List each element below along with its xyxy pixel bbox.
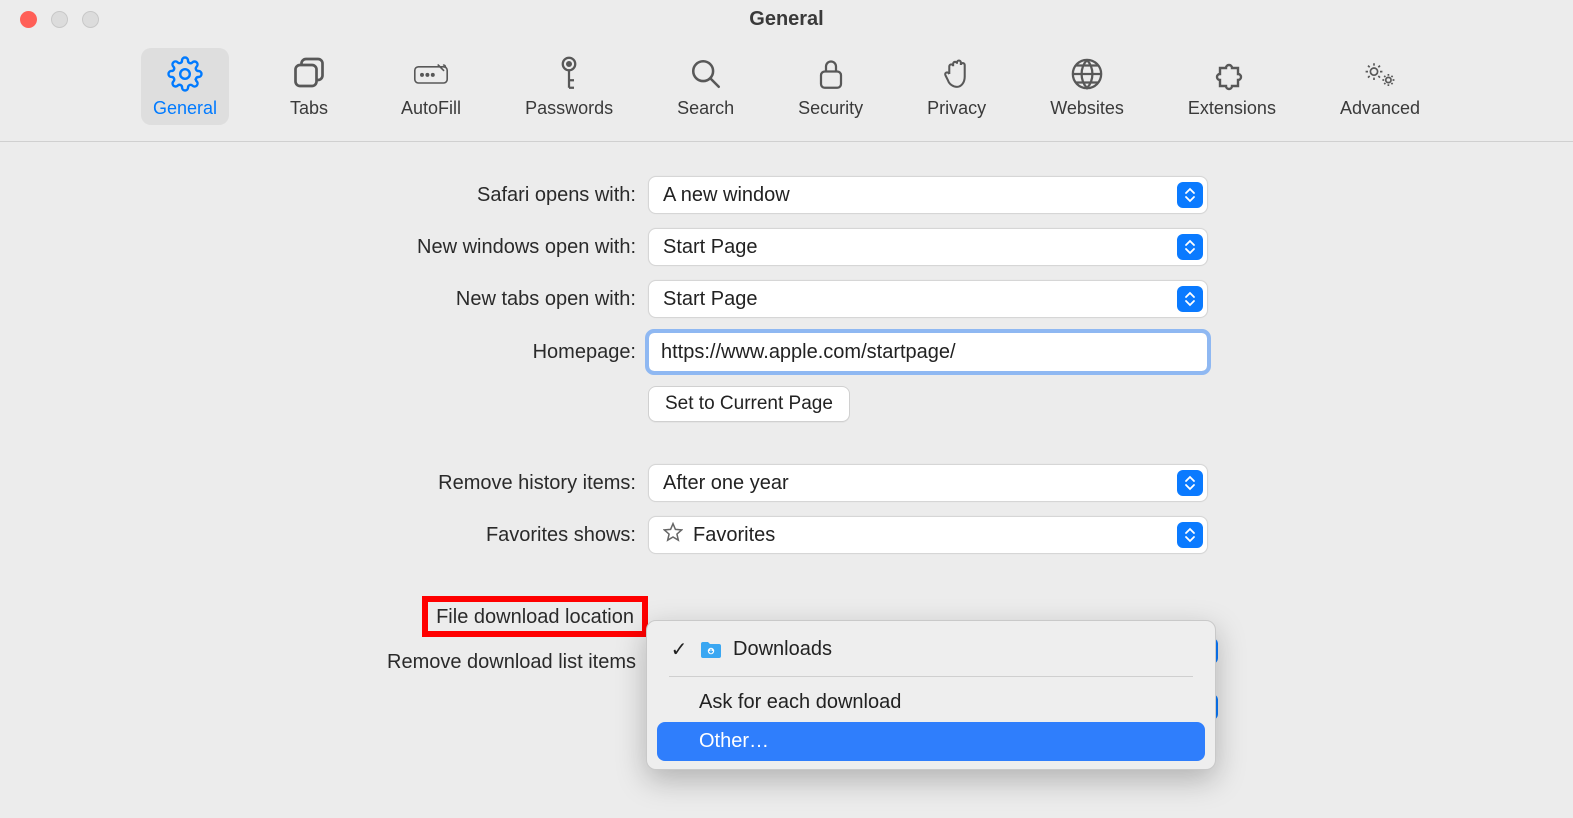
tab-label: General [153, 98, 217, 119]
tab-label: Tabs [290, 98, 328, 119]
close-window-button[interactable] [20, 11, 37, 28]
select-value: After one year [663, 472, 789, 495]
globe-icon [1069, 56, 1105, 92]
dropdown-item-label: Downloads [733, 638, 832, 661]
checkmark-icon: ✓ [669, 637, 689, 662]
chevron-updown-icon [1177, 470, 1203, 496]
tab-label: Passwords [525, 98, 613, 119]
tab-label: Search [677, 98, 734, 119]
favorites-shows-select[interactable]: Favorites [648, 516, 1208, 554]
tab-advanced[interactable]: Advanced [1328, 48, 1432, 125]
preferences-toolbar: General Tabs AutoFill Passwords Search [0, 38, 1573, 142]
tab-label: Privacy [927, 98, 986, 119]
tab-tabs[interactable]: Tabs [269, 48, 349, 125]
remove-history-items-select[interactable]: After one year [648, 464, 1208, 502]
tab-security[interactable]: Security [786, 48, 875, 125]
folder-icon [699, 640, 723, 660]
tab-label: Websites [1050, 98, 1124, 119]
safari-opens-with-label: Safari opens with: [0, 184, 648, 207]
new-tabs-open-with-label: New tabs open with: [0, 288, 648, 311]
tab-label: Advanced [1340, 98, 1420, 119]
hand-icon [939, 56, 975, 92]
remove-history-items-label: Remove history items: [0, 472, 648, 495]
traffic-lights [0, 11, 99, 28]
titlebar: General [0, 0, 1573, 38]
general-form: Safari opens with: A new window New wind… [0, 142, 1573, 674]
new-windows-open-with-label: New windows open with: [0, 236, 648, 259]
star-icon [663, 522, 683, 548]
file-download-location-label: File download location [422, 596, 648, 637]
chevron-updown-icon [1177, 182, 1203, 208]
dropdown-separator [669, 676, 1193, 677]
remove-download-list-items-label: Remove download list items [0, 651, 648, 674]
tab-extensions[interactable]: Extensions [1176, 48, 1288, 125]
minimize-window-button[interactable] [51, 11, 68, 28]
tab-autofill[interactable]: AutoFill [389, 48, 473, 125]
lock-icon [813, 56, 849, 92]
tab-label: Extensions [1188, 98, 1276, 119]
select-value: Favorites [693, 524, 775, 547]
new-tabs-open-with-select[interactable]: Start Page [648, 280, 1208, 318]
dropdown-item-other[interactable]: Other… [657, 722, 1205, 761]
tab-passwords[interactable]: Passwords [513, 48, 625, 125]
favorites-shows-label: Favorites shows: [0, 524, 648, 547]
dropdown-item-label: Other… [699, 730, 769, 753]
gear-icon [167, 56, 203, 92]
chevron-updown-icon [1177, 286, 1203, 312]
tab-label: Security [798, 98, 863, 119]
select-value: Start Page [663, 288, 758, 311]
puzzle-icon [1214, 56, 1250, 92]
tabs-icon [291, 56, 327, 92]
dropdown-item-label: Ask for each download [699, 691, 901, 714]
select-value: Start Page [663, 236, 758, 259]
key-icon [551, 56, 587, 92]
file-download-location-dropdown: ✓ Downloads Ask for each download Other… [646, 620, 1216, 770]
gears-icon [1362, 56, 1398, 92]
homepage-label: Homepage: [0, 341, 648, 364]
window-title: General [749, 8, 823, 31]
zoom-window-button[interactable] [82, 11, 99, 28]
dropdown-item-ask[interactable]: Ask for each download [647, 683, 1215, 722]
tab-label: AutoFill [401, 98, 461, 119]
search-icon [688, 56, 724, 92]
dropdown-item-downloads[interactable]: ✓ Downloads [647, 629, 1215, 670]
safari-opens-with-select[interactable]: A new window [648, 176, 1208, 214]
tab-general[interactable]: General [141, 48, 229, 125]
autofill-icon [413, 56, 449, 92]
tab-search[interactable]: Search [665, 48, 746, 125]
tab-websites[interactable]: Websites [1038, 48, 1136, 125]
select-value: A new window [663, 184, 790, 207]
new-windows-open-with-select[interactable]: Start Page [648, 228, 1208, 266]
set-to-current-page-button[interactable]: Set to Current Page [648, 386, 850, 422]
tab-privacy[interactable]: Privacy [915, 48, 998, 125]
homepage-input[interactable] [648, 332, 1208, 372]
chevron-updown-icon [1177, 234, 1203, 260]
chevron-updown-icon [1177, 522, 1203, 548]
